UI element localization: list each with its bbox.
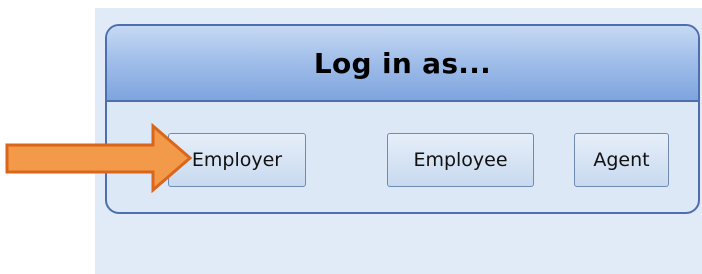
panel-header: Log in as... (107, 26, 698, 102)
panel-title: Log in as... (313, 46, 492, 80)
employee-button[interactable]: Employee (387, 133, 534, 187)
arrow-right-icon (5, 123, 193, 193)
agent-button[interactable]: Agent (574, 133, 669, 187)
